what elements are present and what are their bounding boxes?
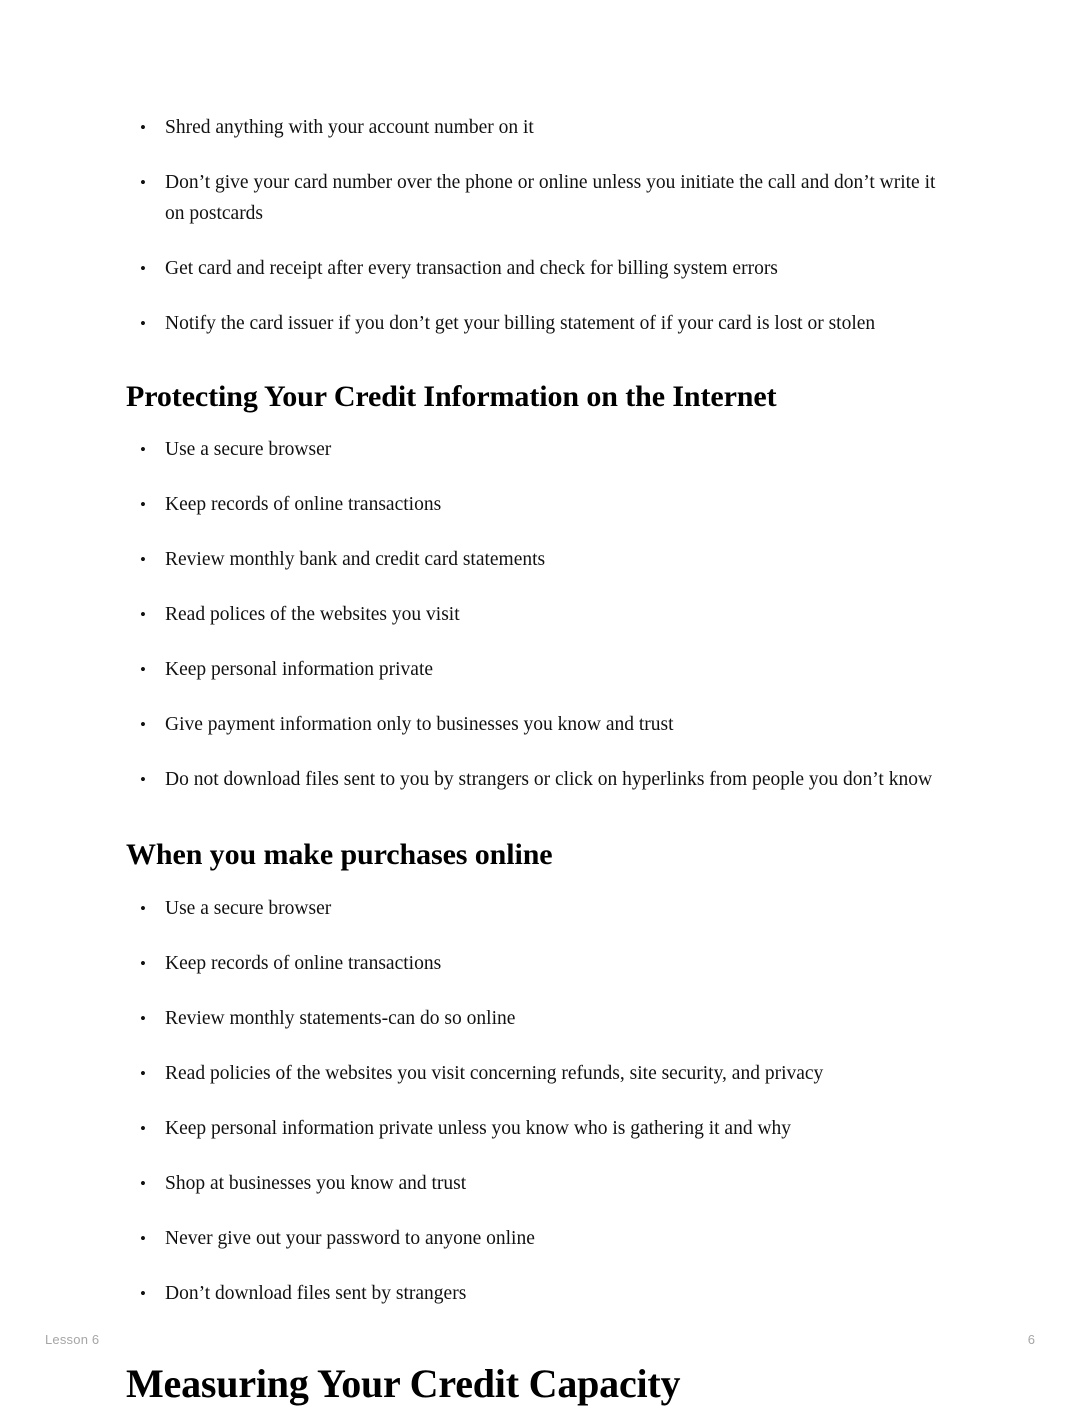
list-item-text: Use a secure browser bbox=[165, 897, 332, 919]
list-item-text: Do not download files sent to you by str… bbox=[165, 769, 933, 791]
purchases-online-heading-block: When you make purchases online bbox=[126, 837, 956, 872]
list-item: Give payment information only to busines… bbox=[126, 709, 956, 740]
list-item-text: Review monthly bank and credit card stat… bbox=[165, 549, 546, 571]
section-heading-protecting-credit: Protecting Your Credit Information on th… bbox=[126, 380, 777, 413]
list-item: Keep personal information private unless… bbox=[126, 1113, 956, 1144]
list-item-text: Review monthly statements-can do so onli… bbox=[165, 1007, 516, 1029]
bullet-icon bbox=[140, 434, 146, 465]
list-item: Keep records of online transactions bbox=[126, 948, 956, 979]
bullet-icon bbox=[140, 489, 146, 520]
bullet-icon bbox=[140, 112, 146, 143]
bullet-icon bbox=[140, 544, 146, 575]
list-item: Review monthly bank and credit card stat… bbox=[126, 544, 956, 575]
list-item-text: Use a secure browser bbox=[165, 439, 332, 461]
footer-page-number: 6 bbox=[1027, 1332, 1035, 1347]
list-item-text: Don’t download files sent by strangers bbox=[165, 1282, 467, 1304]
list-item: Review monthly statements-can do so onli… bbox=[126, 1003, 956, 1034]
list-item-text: Shred anything with your account number … bbox=[165, 117, 534, 138]
footer-lesson-label: Lesson 6 bbox=[45, 1332, 100, 1347]
list-item: Don’t download files sent by strangers bbox=[126, 1278, 956, 1309]
list-item-text: Keep records of online transactions bbox=[165, 494, 442, 516]
list-item: Use a secure browser bbox=[126, 893, 956, 924]
purchases-online-bullet-list: Use a secure browser Keep records of onl… bbox=[126, 893, 956, 1309]
bullet-icon bbox=[140, 1223, 146, 1254]
document-page: Shred anything with your account number … bbox=[0, 0, 1080, 1406]
bullet-icon bbox=[140, 1058, 146, 1089]
list-item-text: Never give out your password to anyone o… bbox=[165, 1227, 535, 1249]
bullet-icon bbox=[140, 654, 146, 685]
bullet-icon bbox=[140, 893, 146, 924]
list-item: Get card and receipt after every transac… bbox=[126, 253, 956, 284]
measuring-capacity-heading-block: Measuring Your Credit Capacity bbox=[126, 1361, 956, 1407]
list-item: Never give out your password to anyone o… bbox=[126, 1223, 956, 1254]
list-item: Notify the card issuer if you don’t get … bbox=[126, 308, 956, 339]
list-item: Read polices of the websites you visit bbox=[126, 599, 956, 630]
list-item: Keep personal information private bbox=[126, 654, 956, 685]
list-item: Read policies of the websites you visit … bbox=[126, 1058, 956, 1089]
bullet-icon bbox=[140, 1113, 146, 1144]
list-item-text: Shop at businesses you know and trust bbox=[165, 1172, 467, 1194]
list-item: Keep records of online transactions bbox=[126, 489, 956, 520]
list-item-text: Read policies of the websites you visit … bbox=[165, 1062, 824, 1084]
list-item-text: Keep records of online transactions bbox=[165, 952, 442, 974]
bullet-icon bbox=[140, 167, 146, 198]
bullet-icon bbox=[140, 764, 146, 795]
bullet-icon bbox=[140, 253, 146, 284]
list-item: Shop at businesses you know and trust bbox=[126, 1168, 956, 1199]
list-item: Use a secure browser bbox=[126, 434, 956, 465]
bullet-icon bbox=[140, 1003, 146, 1034]
protecting-credit-bullet-list: Use a secure browser Keep records of onl… bbox=[126, 434, 956, 795]
list-item-text: Notify the card issuer if you don’t get … bbox=[165, 313, 876, 334]
major-heading-measuring-capacity: Measuring Your Credit Capacity bbox=[126, 1360, 681, 1406]
bullet-icon bbox=[140, 308, 146, 339]
page-content: Shred anything with your account number … bbox=[126, 112, 956, 1407]
list-item: Don’t give your card number over the pho… bbox=[126, 167, 956, 229]
bullet-icon bbox=[140, 709, 146, 740]
list-item: Shred anything with your account number … bbox=[126, 112, 956, 143]
list-item: Do not download files sent to you by str… bbox=[126, 764, 956, 795]
bullet-icon bbox=[140, 1278, 146, 1309]
list-item-text: Give payment information only to busines… bbox=[165, 714, 674, 736]
section-heading-purchases-online: When you make purchases online bbox=[126, 838, 553, 872]
list-item-text: Don’t give your card number over the pho… bbox=[165, 172, 936, 224]
bullet-icon bbox=[140, 948, 146, 979]
page-footer: Lesson 6 6 bbox=[0, 1330, 1080, 1354]
bullet-icon bbox=[140, 599, 146, 630]
bullet-icon bbox=[140, 1168, 146, 1199]
protecting-credit-heading-block: Protecting Your Credit Information on th… bbox=[126, 379, 956, 414]
list-item-text: Read polices of the websites you visit bbox=[165, 604, 460, 626]
intro-bullet-list: Shred anything with your account number … bbox=[126, 112, 956, 339]
list-item-text: Get card and receipt after every transac… bbox=[165, 258, 778, 279]
list-item-text: Keep personal information private unless… bbox=[165, 1117, 792, 1139]
list-item-text: Keep personal information private bbox=[165, 659, 434, 681]
